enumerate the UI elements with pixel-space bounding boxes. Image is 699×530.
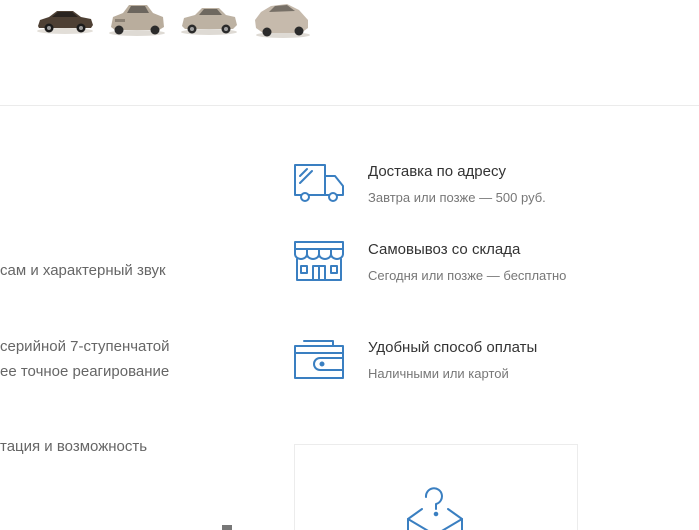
store-icon bbox=[292, 240, 346, 284]
section-divider bbox=[0, 105, 699, 106]
question-envelope-icon bbox=[404, 487, 466, 530]
feature-title: Доставка по адресу bbox=[368, 163, 506, 180]
thumbnail-4[interactable] bbox=[250, 0, 312, 40]
thumbnail-2[interactable] bbox=[106, 0, 168, 40]
decorative-mark bbox=[219, 521, 235, 530]
thumbnail-1[interactable] bbox=[34, 0, 96, 40]
delivery-truck-icon bbox=[292, 162, 346, 206]
page: сам и характерный звук серийной 7-ступен… bbox=[0, 0, 699, 530]
thumbnail-3[interactable] bbox=[178, 0, 240, 40]
feature-subtitle: Наличными или картой bbox=[368, 366, 509, 381]
description-line: сам и характерный звук bbox=[0, 262, 166, 279]
description-line: серийной 7-ступенчатой bbox=[0, 338, 170, 355]
feature-subtitle: Завтра или позже — 500 руб. bbox=[368, 190, 546, 205]
description-line: тация и возможность bbox=[0, 438, 148, 455]
feature-title: Самовывоз со склада bbox=[368, 241, 521, 258]
feature-title: Удобный способ оплаты bbox=[368, 339, 538, 356]
image-thumbnails bbox=[0, 0, 699, 44]
description-line: ее точное реагирование bbox=[0, 363, 170, 380]
wallet-icon bbox=[292, 338, 346, 382]
feature-subtitle: Сегодня или позже — бесплатно bbox=[368, 268, 567, 283]
question-box bbox=[294, 444, 578, 530]
